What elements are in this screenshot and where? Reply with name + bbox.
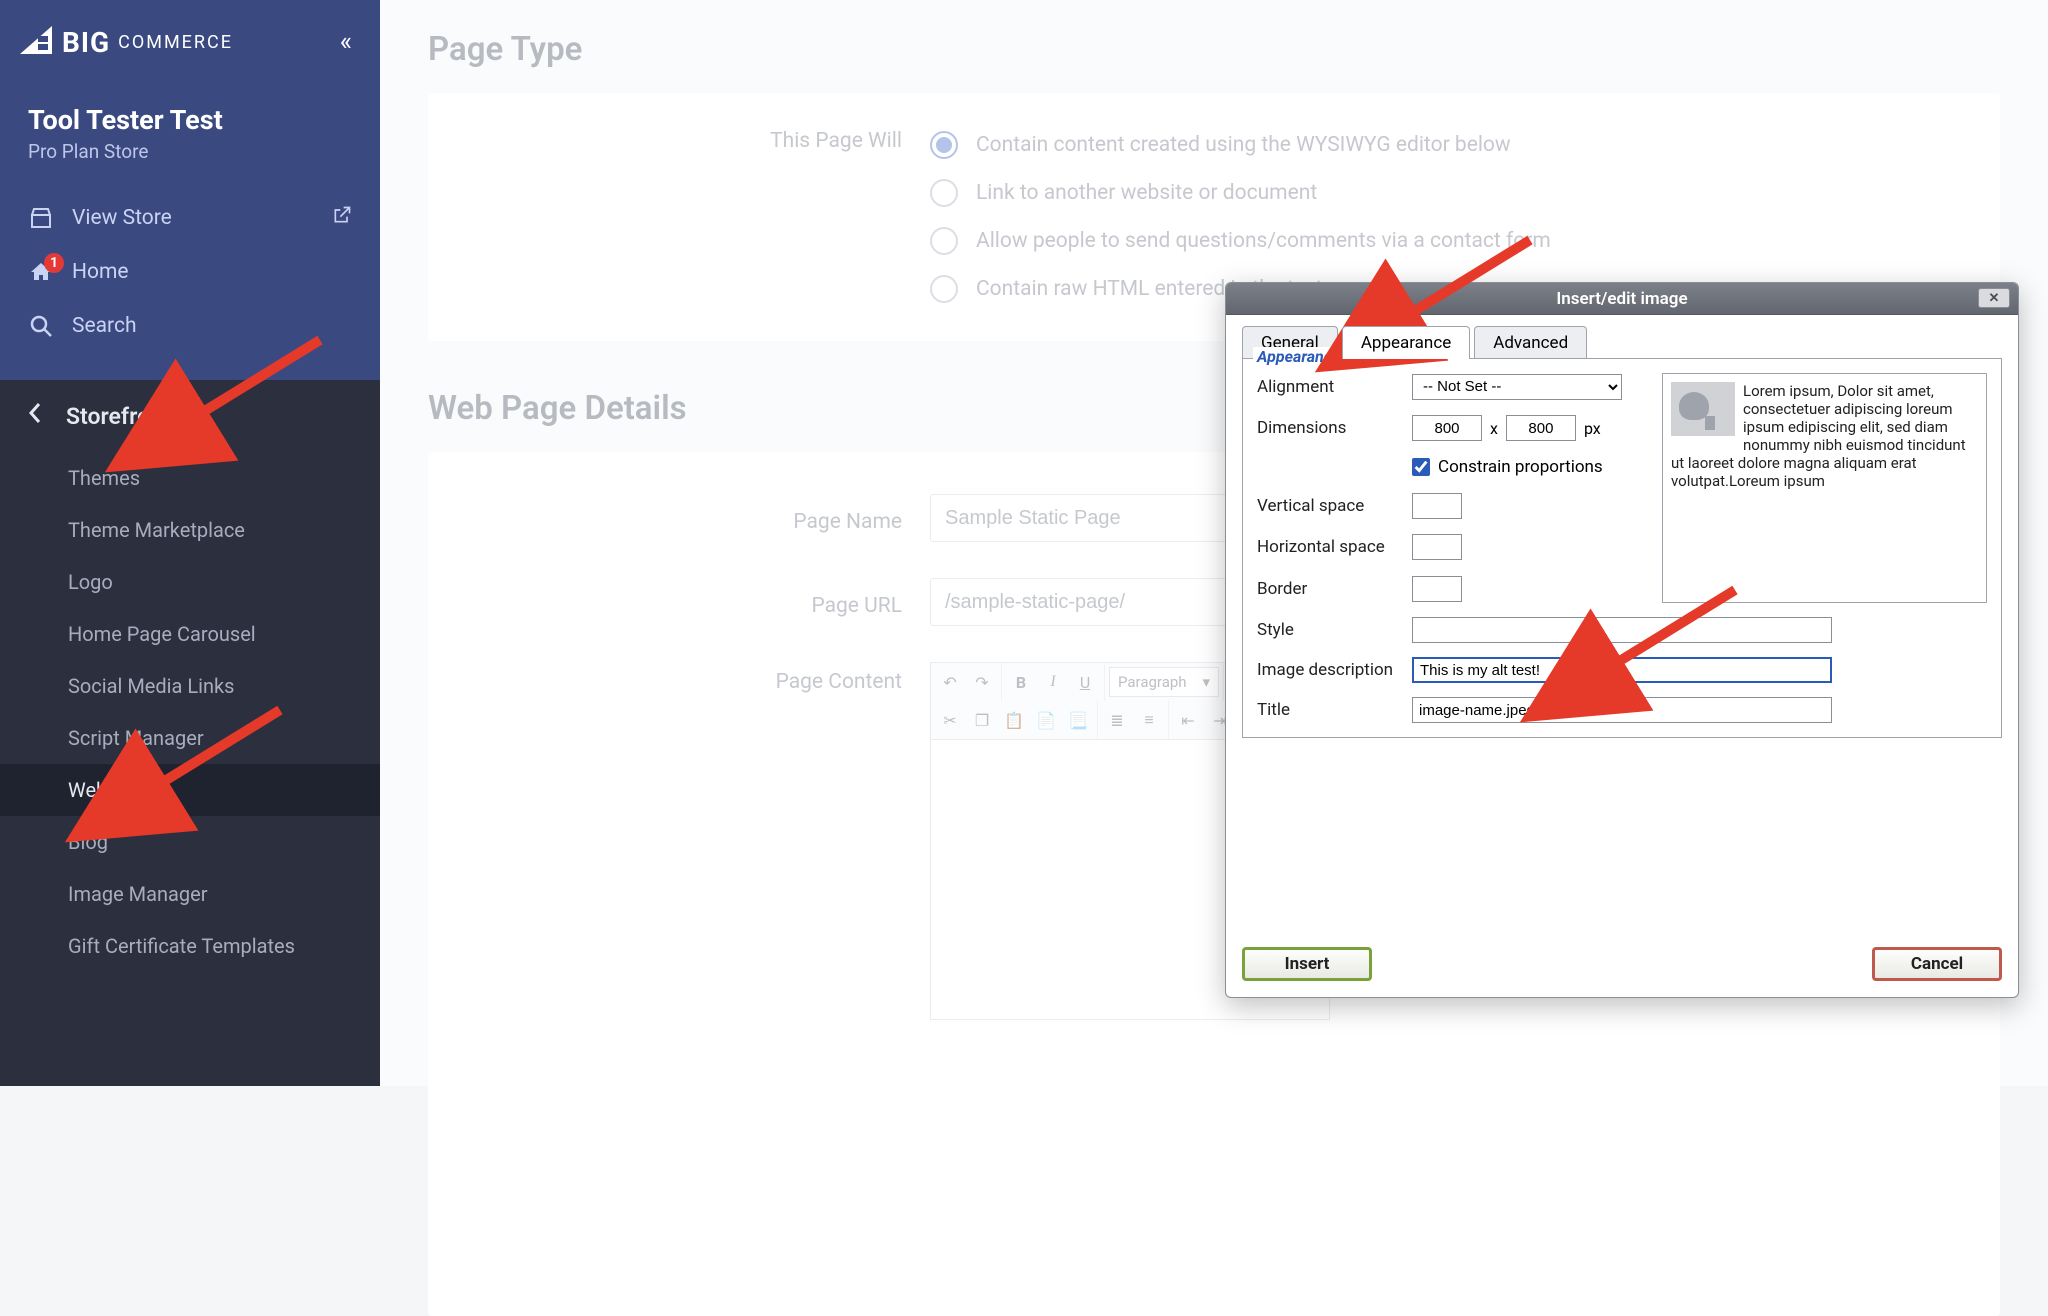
hspace-label: Horizontal space (1257, 537, 1412, 557)
dialog-title-bar[interactable]: Insert/edit image ✕ (1226, 283, 2018, 315)
dim-height-input[interactable] (1506, 415, 1576, 441)
page-url-label: Page URL (470, 586, 930, 618)
nav-home-label: Home (72, 260, 129, 284)
vspace-label: Vertical space (1257, 496, 1412, 516)
constrain-label: Constrain proportions (1438, 457, 1603, 477)
sidebar-item-logo[interactable]: Logo (0, 556, 380, 608)
store-name: Tool Tester Test (0, 84, 380, 136)
redo-icon[interactable]: ↷ (967, 667, 997, 697)
underline-icon[interactable]: U (1070, 667, 1100, 697)
page-name-label: Page Name (470, 502, 930, 534)
nav-search-label: Search (72, 314, 137, 338)
sidebar: BIG COMMERCE « Tool Tester Test Pro Plan … (0, 0, 380, 1086)
page-type-heading: Page Type (428, 30, 2000, 69)
page-content-label: Page Content (470, 662, 930, 694)
plan-name: Pro Plan Store (0, 136, 380, 191)
home-badge: 1 (44, 253, 64, 273)
nav-view-store[interactable]: View Store (0, 191, 380, 245)
brand-big: BIG (62, 26, 110, 59)
nav-home[interactable]: 1 Home (0, 245, 380, 299)
brand-commerce: COMMERCE (118, 32, 233, 53)
sidebar-item-carousel[interactable]: Home Page Carousel (0, 608, 380, 660)
border-input[interactable] (1412, 576, 1462, 602)
alignment-select[interactable]: -- Not Set -- (1412, 374, 1622, 400)
radio-icon (930, 131, 958, 159)
image-description-input[interactable] (1412, 657, 1832, 683)
insert-button[interactable]: Insert (1242, 947, 1372, 981)
home-icon: 1 (28, 259, 54, 285)
section-storefront[interactable]: Storefront (0, 380, 380, 452)
vspace-input[interactable] (1412, 493, 1462, 519)
copy-icon[interactable]: ❐ (967, 705, 997, 735)
radio-contact[interactable]: Allow people to send questions/comments … (930, 217, 1958, 265)
appearance-fieldset: Appearance Alignment -- Not Set -- Lorem… (1242, 358, 2002, 738)
sidebar-item-blog[interactable]: Blog (0, 816, 380, 868)
number-list-icon[interactable]: ≡ (1134, 705, 1164, 735)
sidebar-item-marketplace[interactable]: Theme Marketplace (0, 504, 380, 556)
italic-icon[interactable]: I (1038, 667, 1068, 697)
paragraph-select[interactable]: Paragraph▾ (1109, 667, 1219, 697)
radio-wysiwyg[interactable]: Contain content created using the WYSIWY… (930, 121, 1958, 169)
dim-px: px (1584, 419, 1601, 438)
chevron-left-icon (28, 402, 48, 430)
preview-thumb-icon (1671, 382, 1735, 436)
insert-image-dialog: Insert/edit image ✕ General Appearance A… (1225, 282, 2019, 998)
fieldset-legend: Appearance (1253, 347, 1344, 366)
brand-logo: BIG COMMERCE (18, 24, 233, 60)
collapse-icon[interactable]: « (340, 27, 352, 57)
image-title-input[interactable] (1412, 697, 1832, 723)
dialog-tabs: General Appearance Advanced (1242, 325, 2002, 358)
outdent-icon[interactable]: ⇤ (1173, 705, 1203, 735)
dimensions-label: Dimensions (1257, 418, 1412, 438)
tab-appearance[interactable]: Appearance (1342, 326, 1470, 359)
radio-link[interactable]: Link to another website or document (930, 169, 1958, 217)
radio-icon (930, 275, 958, 303)
radio-link-label: Link to another website or document (976, 181, 1317, 205)
constrain-checkbox[interactable] (1412, 458, 1430, 476)
sidebar-item-imagemgr[interactable]: Image Manager (0, 868, 380, 920)
radio-icon (930, 227, 958, 255)
tab-advanced[interactable]: Advanced (1474, 326, 1587, 359)
dim-x: x (1490, 419, 1498, 438)
sidebar-item-gift[interactable]: Gift Certificate Templates (0, 920, 380, 972)
paste-word-icon[interactable]: 📃 (1063, 705, 1093, 735)
sidebar-top: BIG COMMERCE « Tool Tester Test Pro Plan … (0, 0, 380, 380)
undo-icon[interactable]: ↶ (935, 667, 965, 697)
radio-wysiwyg-label: Contain content created using the WYSIWY… (976, 133, 1511, 157)
logo-row: BIG COMMERCE « (0, 0, 380, 84)
radio-contact-label: Allow people to send questions/comments … (976, 229, 1551, 253)
close-icon[interactable]: ✕ (1978, 288, 2010, 308)
bullet-list-icon[interactable]: ≣ (1102, 705, 1132, 735)
search-icon (28, 313, 54, 339)
paste-text-icon[interactable]: 📄 (1031, 705, 1061, 735)
dialog-title: Insert/edit image (1556, 289, 1687, 309)
cancel-button[interactable]: Cancel (1872, 947, 2002, 981)
sidebar-item-social[interactable]: Social Media Links (0, 660, 380, 712)
external-link-icon (332, 205, 352, 231)
hspace-input[interactable] (1412, 534, 1462, 560)
sidebar-item-themes[interactable]: Themes (0, 452, 380, 504)
nav-search[interactable]: Search (0, 299, 380, 353)
paste-icon[interactable]: 📋 (999, 705, 1029, 735)
style-label: Style (1257, 620, 1412, 640)
imgtitle-label: Title (1257, 700, 1412, 720)
sidebar-item-webpages[interactable]: Web Pages (0, 764, 380, 816)
dim-width-input[interactable] (1412, 415, 1482, 441)
bold-icon[interactable]: B (1006, 667, 1036, 697)
cut-icon[interactable]: ✂ (935, 705, 965, 735)
section-title: Storefront (66, 403, 171, 430)
this-page-will-label: This Page Will (470, 121, 930, 153)
sidebar-item-script[interactable]: Script Manager (0, 712, 380, 764)
imgdesc-label: Image description (1257, 660, 1412, 680)
border-label: Border (1257, 579, 1412, 599)
bigcommerce-icon (18, 24, 54, 60)
radio-icon (930, 179, 958, 207)
paragraph-select-label: Paragraph (1118, 673, 1187, 691)
alignment-label: Alignment (1257, 377, 1412, 397)
style-input[interactable] (1412, 617, 1832, 643)
store-icon (28, 205, 54, 231)
preview-box: Lorem ipsum, Dolor sit amet, consectetue… (1662, 373, 1987, 603)
nav-view-store-label: View Store (72, 206, 172, 230)
